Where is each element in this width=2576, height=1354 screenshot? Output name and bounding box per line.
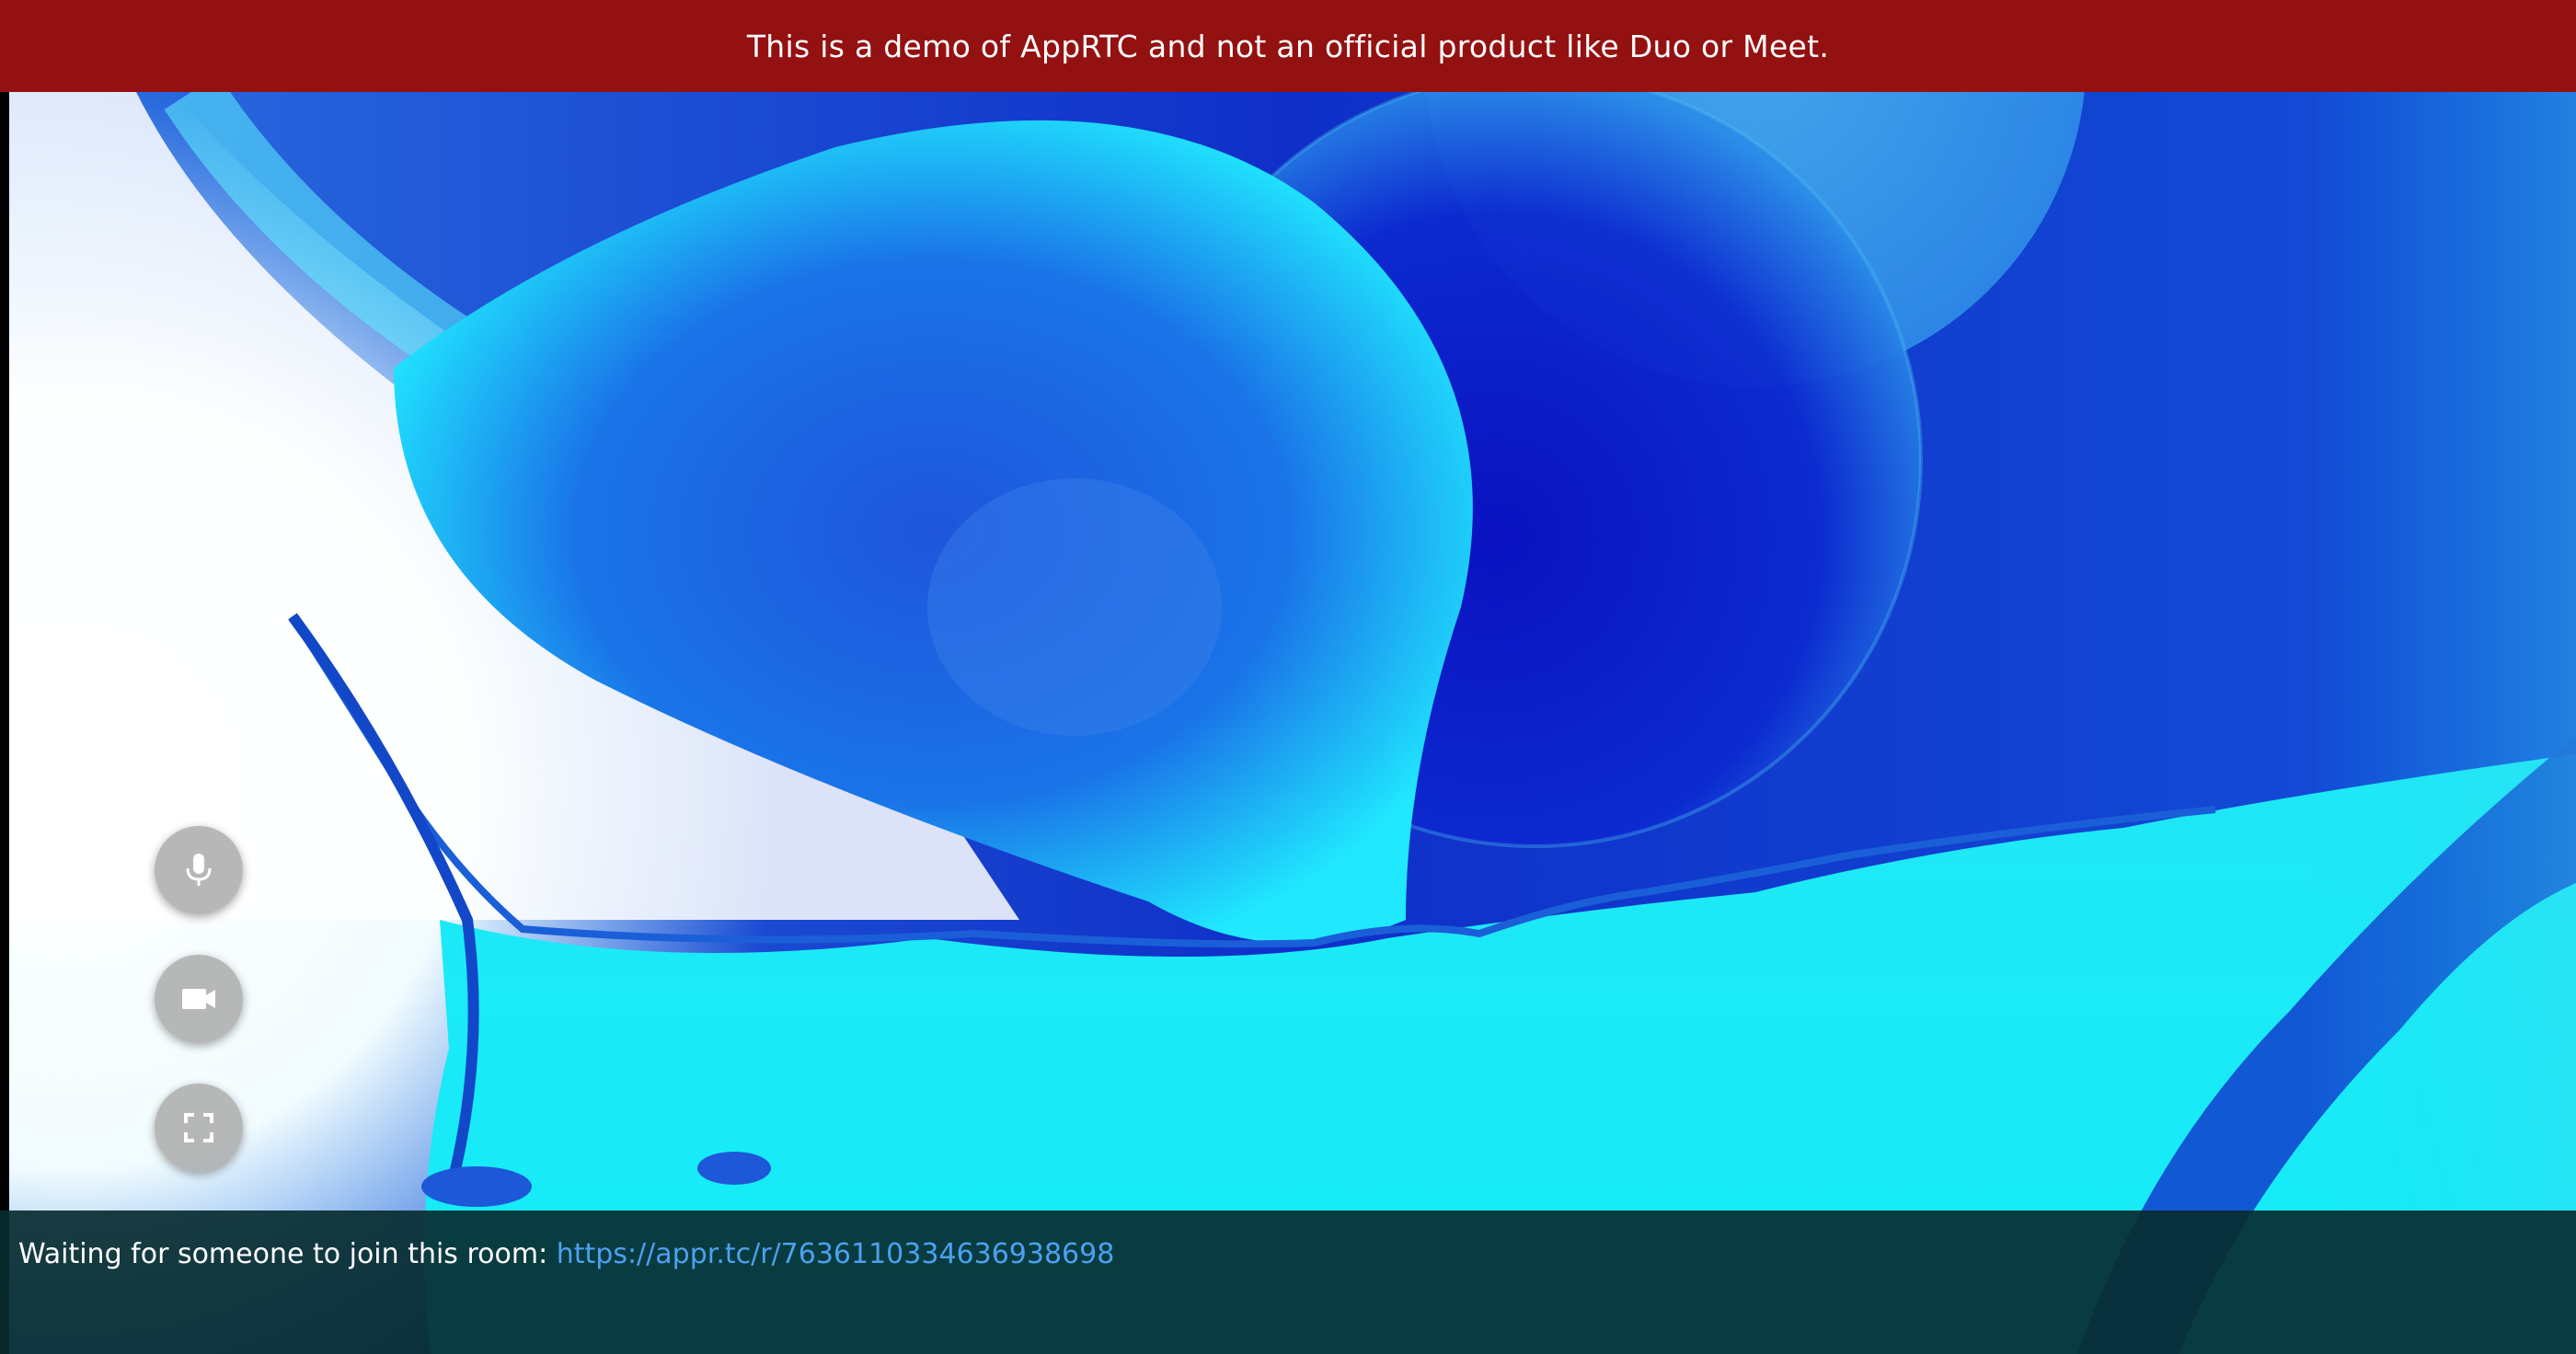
room-status-line: Waiting for someone to join this room: h… bbox=[18, 1238, 1114, 1270]
call-controls bbox=[155, 826, 243, 1212]
demo-notice-banner: This is a demo of AppRTC and not an offi… bbox=[0, 0, 2576, 92]
demo-notice-text: This is a demo of AppRTC and not an offi… bbox=[746, 28, 1830, 64]
mute-video-button[interactable] bbox=[155, 955, 243, 1043]
apprtc-window: This is a demo of AppRTC and not an offi… bbox=[0, 0, 2576, 1354]
fullscreen-icon bbox=[184, 1113, 213, 1142]
mute-audio-button[interactable] bbox=[155, 826, 243, 914]
microphone-icon bbox=[186, 854, 212, 886]
local-video bbox=[7, 92, 2576, 1354]
room-link[interactable]: https://appr.tc/r/7636110334636938698 bbox=[557, 1238, 1115, 1270]
waiting-message: Waiting for someone to join this room: bbox=[18, 1238, 557, 1270]
video-frame bbox=[7, 92, 2576, 1354]
room-status-bar: Waiting for someone to join this room: h… bbox=[0, 1211, 2576, 1354]
video-camera-icon bbox=[182, 989, 215, 1009]
fullscreen-button[interactable] bbox=[155, 1084, 243, 1172]
